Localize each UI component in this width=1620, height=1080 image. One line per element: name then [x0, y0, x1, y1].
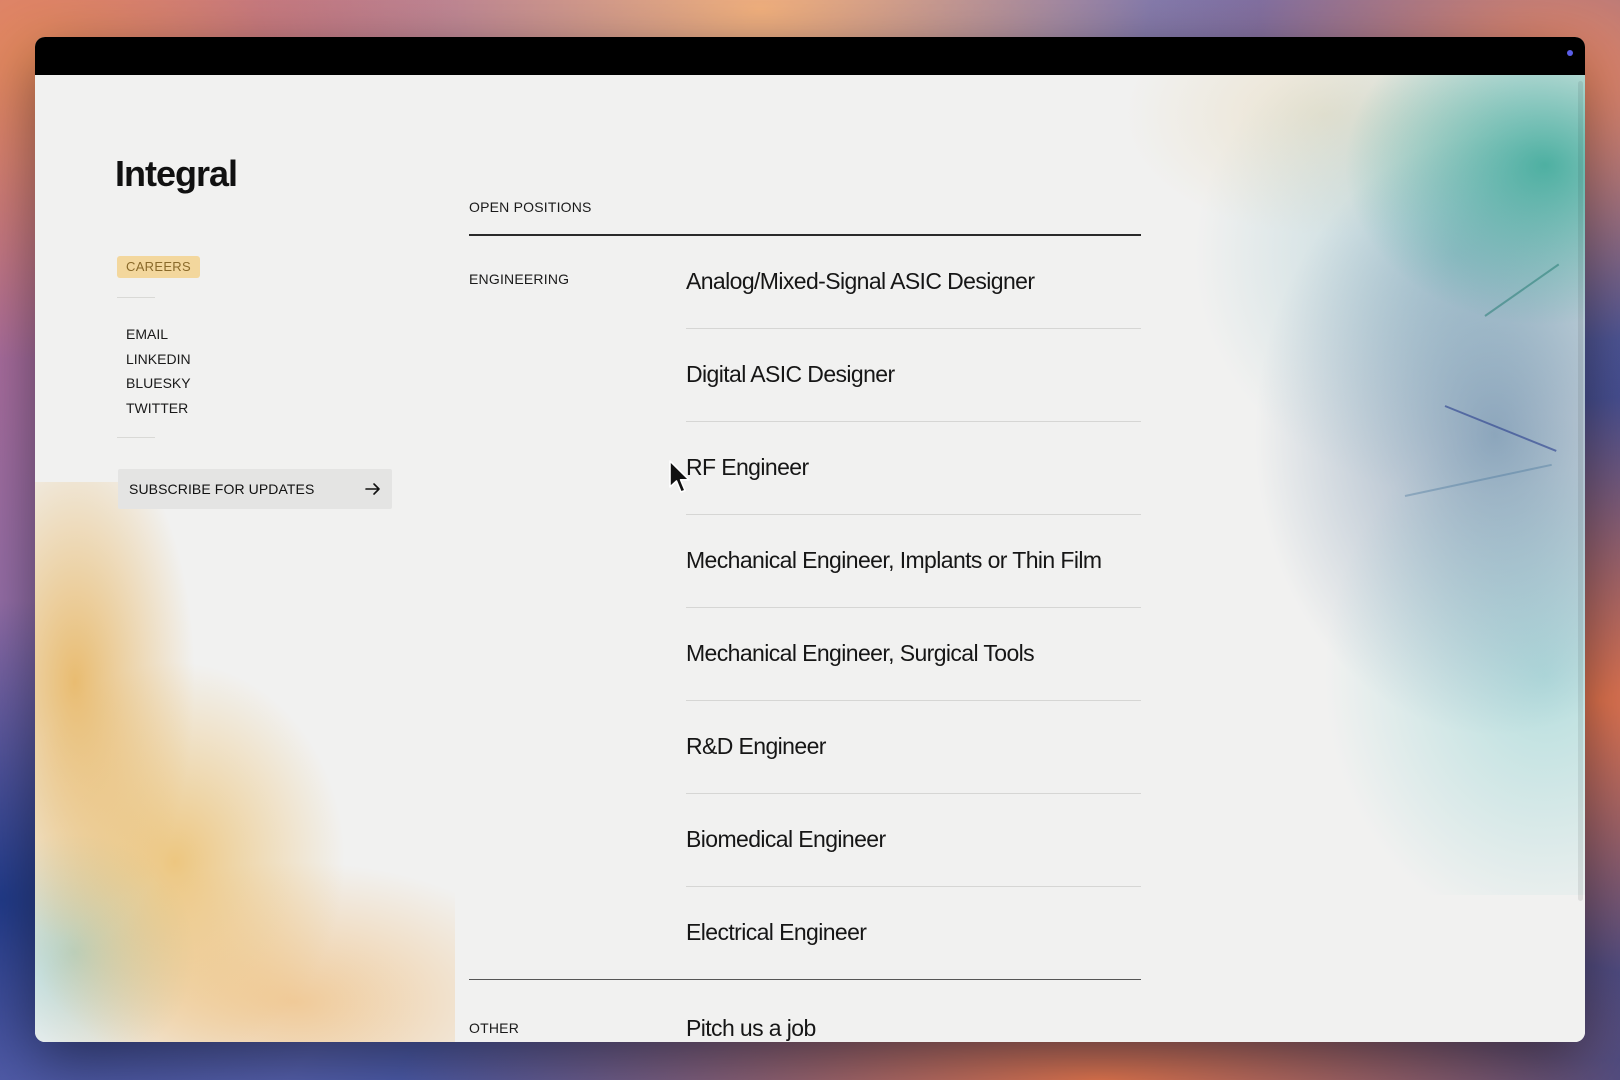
sidebar-divider: [117, 437, 155, 438]
twitter-link[interactable]: TWITTER: [126, 396, 191, 421]
desktop-wallpaper: Integral CAREERS EMAIL LINKEDIN BLUESKY …: [0, 0, 1620, 1080]
status-dot-icon: [1567, 50, 1573, 56]
decorative-streak: [1484, 263, 1560, 317]
category-other: OTHER: [469, 1020, 519, 1036]
pitch-job-link[interactable]: Pitch us a job: [686, 1015, 816, 1042]
job-listing[interactable]: Mechanical Engineer, Implants or Thin Fi…: [686, 515, 1141, 608]
bluesky-link[interactable]: BLUESKY: [126, 371, 191, 396]
careers-badge: CAREERS: [117, 256, 200, 278]
job-title: Biomedical Engineer: [686, 826, 886, 852]
subscribe-label: SUBSCRIBE FOR UPDATES: [129, 481, 315, 497]
engineering-job-list: Analog/Mixed-Signal ASIC Designer Digita…: [686, 236, 1141, 979]
job-listing[interactable]: RF Engineer: [686, 422, 1141, 515]
window-titlebar: [35, 37, 1585, 75]
job-listing[interactable]: Digital ASIC Designer: [686, 329, 1141, 422]
decorative-streak: [1444, 405, 1557, 452]
browser-window: Integral CAREERS EMAIL LINKEDIN BLUESKY …: [35, 37, 1585, 1042]
job-listing[interactable]: Mechanical Engineer, Surgical Tools: [686, 608, 1141, 701]
category-engineering: ENGINEERING: [469, 271, 570, 287]
mouse-pointer-icon: [669, 460, 690, 493]
job-title: Mechanical Engineer, Implants or Thin Fi…: [686, 547, 1102, 573]
job-listing[interactable]: Analog/Mixed-Signal ASIC Designer: [686, 236, 1141, 329]
sidebar-divider: [117, 297, 155, 298]
job-title: Electrical Engineer: [686, 919, 867, 945]
decorative-streak: [1404, 463, 1552, 497]
careers-page: Integral CAREERS EMAIL LINKEDIN BLUESKY …: [35, 75, 1585, 1042]
linkedin-link[interactable]: LINKEDIN: [126, 347, 191, 372]
job-title: Mechanical Engineer, Surgical Tools: [686, 640, 1035, 666]
job-title: R&D Engineer: [686, 733, 826, 759]
email-link[interactable]: EMAIL: [126, 322, 191, 347]
decorative-artwork-left: [35, 482, 455, 1042]
job-listing[interactable]: Electrical Engineer: [686, 887, 1141, 979]
company-logo[interactable]: Integral: [115, 153, 238, 195]
page-scrollbar[interactable]: [1575, 75, 1583, 1042]
scrollbar-thumb[interactable]: [1578, 81, 1583, 901]
subscribe-button[interactable]: SUBSCRIBE FOR UPDATES: [118, 469, 392, 509]
section-divider: [469, 979, 1141, 980]
arrow-right-icon: [365, 483, 380, 495]
open-positions-heading: OPEN POSITIONS: [469, 199, 592, 215]
job-title: RF Engineer: [686, 454, 809, 480]
social-links: EMAIL LINKEDIN BLUESKY TWITTER: [126, 322, 191, 420]
job-listing[interactable]: Biomedical Engineer: [686, 794, 1141, 887]
job-listing[interactable]: R&D Engineer: [686, 701, 1141, 794]
job-title: Analog/Mixed-Signal ASIC Designer: [686, 268, 1035, 294]
job-title: Digital ASIC Designer: [686, 361, 895, 387]
